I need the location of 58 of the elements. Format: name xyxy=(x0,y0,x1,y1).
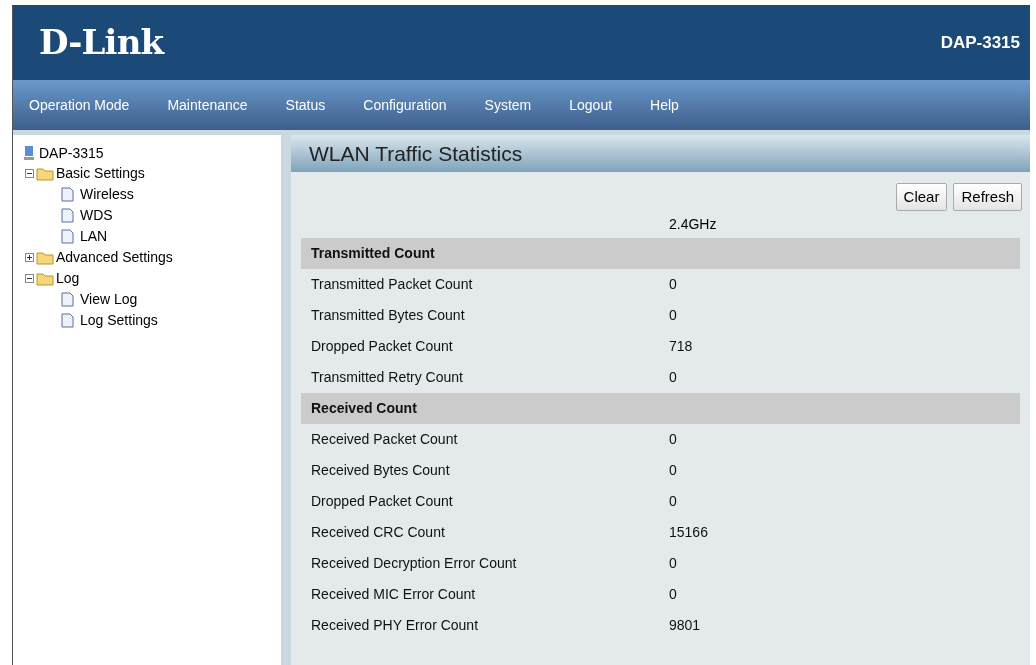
expand-icon[interactable] xyxy=(25,253,34,262)
stat-value: 0 xyxy=(669,430,677,449)
logo: D-Link xyxy=(39,21,164,64)
stat-label: Received Decryption Error Count xyxy=(310,554,518,573)
band-label: 2.4GHz xyxy=(669,215,717,234)
stat-label: Dropped Packet Count xyxy=(310,492,454,511)
stat-value: 0 xyxy=(669,368,677,387)
stat-value: 0 xyxy=(669,554,677,573)
tree-item[interactable]: Wireless xyxy=(80,184,134,205)
page-icon xyxy=(61,313,74,328)
stat-label: Transmitted Packet Count xyxy=(310,275,474,294)
folder-icon xyxy=(36,250,54,265)
stat-label: Received PHY Error Count xyxy=(310,616,480,635)
section-header: Received Count xyxy=(301,393,1020,424)
nav-link[interactable]: Help xyxy=(650,94,679,116)
stat-label: Dropped Packet Count xyxy=(310,337,454,356)
folder-icon xyxy=(36,271,54,286)
stat-value: 718 xyxy=(669,337,693,356)
panel-title: WLAN Traffic Statistics xyxy=(309,140,523,167)
nav-link[interactable]: System xyxy=(484,94,532,116)
tree-item[interactable]: Basic Settings xyxy=(56,163,145,184)
nav-link[interactable]: Logout xyxy=(569,94,613,116)
tree-item[interactable]: Advanced Settings xyxy=(56,247,173,268)
section-header: Transmitted Count xyxy=(301,238,1020,269)
stat-label: Transmitted Retry Count xyxy=(310,368,464,387)
tree-item[interactable]: Log xyxy=(56,268,80,289)
tree-item[interactable]: Log Settings xyxy=(80,310,158,331)
tree-item[interactable]: LAN xyxy=(80,226,108,247)
collapse-icon[interactable] xyxy=(25,169,34,178)
tree-item[interactable]: WDS xyxy=(80,205,113,226)
folder-icon xyxy=(36,166,54,181)
nav-link[interactable]: Maintenance xyxy=(167,94,248,116)
tree-item[interactable]: DAP-3315 xyxy=(39,142,104,164)
stat-value: 9801 xyxy=(669,616,701,635)
page-icon xyxy=(61,187,74,202)
nav-link[interactable]: Operation Mode xyxy=(29,94,130,116)
stat-value: 0 xyxy=(669,585,677,604)
page-icon xyxy=(61,229,74,244)
stat-label: Transmitted Bytes Count xyxy=(310,306,466,325)
computer-icon xyxy=(23,145,35,161)
tree-item[interactable]: View Log xyxy=(80,289,138,310)
action-button[interactable]: Refresh xyxy=(953,183,1022,211)
stat-label: Received Bytes Count xyxy=(310,461,451,480)
stat-label: Received CRC Count xyxy=(310,523,446,542)
stat-value: 0 xyxy=(669,306,677,325)
collapse-icon[interactable] xyxy=(25,274,34,283)
stat-value: 0 xyxy=(669,275,677,294)
model-name: DAP-3315 xyxy=(940,31,1020,54)
stat-label: Received MIC Error Count xyxy=(310,585,477,604)
nav-link[interactable]: Configuration xyxy=(363,94,447,116)
action-button[interactable]: Clear xyxy=(895,183,948,211)
stat-value: 15166 xyxy=(669,523,708,542)
page-icon xyxy=(61,292,74,307)
page-icon xyxy=(61,208,74,223)
stat-value: 0 xyxy=(669,461,677,480)
stat-label: Received Packet Count xyxy=(310,430,459,449)
stat-value: 0 xyxy=(669,492,677,511)
nav-link[interactable]: Status xyxy=(285,94,326,116)
